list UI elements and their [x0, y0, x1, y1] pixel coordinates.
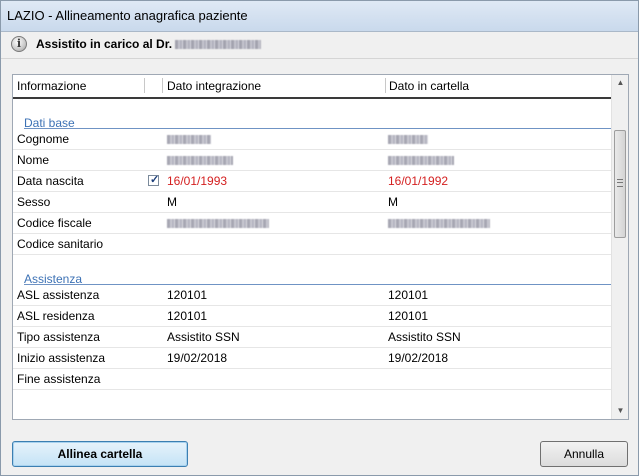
- column-header: Informazione Dato integrazione Dato in c…: [13, 75, 611, 99]
- table-row-data-nascita[interactable]: Data nascita ✓ 16/01/1993 16/01/1992: [13, 171, 611, 192]
- row-integrazione-value: 16/01/1993: [167, 174, 228, 188]
- scroll-down-arrow-icon[interactable]: ▼: [613, 403, 628, 419]
- row-label: Fine assistenza: [17, 372, 101, 386]
- row-integrazione-value: [167, 132, 211, 146]
- table-row-nome[interactable]: Nome: [13, 150, 611, 171]
- cancel-button[interactable]: Annulla: [540, 441, 628, 467]
- align-checkbox[interactable]: ✓: [148, 174, 160, 186]
- row-integrazione-value: 120101: [167, 309, 208, 323]
- table-row-fine-assistenza[interactable]: Fine assistenza: [13, 369, 611, 390]
- row-integrazione-value: Assistito SSN: [167, 330, 240, 344]
- row-integrazione-value: [167, 153, 233, 167]
- row-label: Cognome: [17, 132, 70, 146]
- row-label: Inizio assistenza: [17, 351, 106, 365]
- scroll-up-arrow-icon[interactable]: ▲: [613, 75, 628, 91]
- row-label: Sesso: [17, 195, 51, 209]
- checkmark-icon: ✓: [150, 174, 160, 186]
- row-cartella-value: [388, 153, 454, 167]
- grip-icon: [617, 179, 623, 187]
- grid-rows: Dati base Cognome Nome Data nascita ✓ 16…: [13, 99, 611, 390]
- table-row-inizio-assistenza[interactable]: Inizio assistenza 19/02/2018 19/02/2018: [13, 348, 611, 369]
- row-label: Tipo assistenza: [17, 330, 100, 344]
- table-row-asl-assistenza[interactable]: ASL assistenza 120101 120101: [13, 285, 611, 306]
- align-button[interactable]: Allinea cartella: [12, 441, 188, 467]
- row-integrazione-value: 19/02/2018: [167, 351, 228, 365]
- alignment-grid: Informazione Dato integrazione Dato in c…: [12, 74, 629, 420]
- header-label: Assistito in carico al Dr.: [36, 37, 262, 51]
- row-cartella-value: [388, 216, 490, 230]
- row-cartella-value: [388, 132, 428, 146]
- title-bar[interactable]: LAZIO - Allineamento anagrafica paziente: [1, 1, 638, 32]
- row-label: Codice sanitario: [17, 237, 104, 251]
- column-header-informazione[interactable]: Informazione: [17, 79, 86, 93]
- row-cartella-value: Assistito SSN: [388, 330, 461, 344]
- row-cartella-value: 16/01/1992: [388, 174, 449, 188]
- window-title: LAZIO - Allineamento anagrafica paziente: [7, 8, 248, 23]
- table-row-asl-residenza[interactable]: ASL residenza 120101 120101: [13, 306, 611, 327]
- dialog-footer: Allinea cartella Annulla: [1, 429, 638, 475]
- table-row-codice-fiscale[interactable]: Codice fiscale: [13, 213, 611, 234]
- row-integrazione-value: 120101: [167, 288, 208, 302]
- row-label: Nome: [17, 153, 50, 167]
- row-label: ASL assistenza: [17, 288, 100, 302]
- table-row-cognome[interactable]: Cognome: [13, 129, 611, 150]
- table-row-codice-sanitario[interactable]: Codice sanitario: [13, 234, 611, 255]
- row-label: ASL residenza: [17, 309, 95, 323]
- column-header-dato-integrazione[interactable]: Dato integrazione: [167, 79, 261, 93]
- patient-header: i Assistito in carico al Dr.: [1, 32, 638, 59]
- table-row-sesso[interactable]: Sesso M M: [13, 192, 611, 213]
- dialog-window: LAZIO - Allineamento anagrafica paziente…: [0, 0, 639, 476]
- column-separator[interactable]: [162, 78, 163, 93]
- info-icon: i: [11, 36, 27, 52]
- redacted-doctor-name: [175, 40, 262, 50]
- row-cartella-value: 120101: [388, 309, 429, 323]
- row-integrazione-value: M: [167, 195, 177, 209]
- row-label: Codice fiscale: [17, 216, 92, 230]
- row-label: Data nascita: [17, 174, 84, 188]
- row-cartella-value: 120101: [388, 288, 429, 302]
- scrollbar-thumb[interactable]: [614, 130, 626, 238]
- column-header-dato-cartella[interactable]: Dato in cartella: [389, 79, 469, 93]
- table-row-tipo-assistenza[interactable]: Tipo assistenza Assistito SSN Assistito …: [13, 327, 611, 348]
- row-cartella-value: M: [388, 195, 398, 209]
- row-integrazione-value: [167, 216, 269, 230]
- column-separator[interactable]: [385, 78, 386, 93]
- row-cartella-value: 19/02/2018: [388, 351, 449, 365]
- section-dati-base: Dati base: [13, 99, 611, 130]
- column-separator[interactable]: [144, 78, 145, 93]
- vertical-scrollbar[interactable]: ▲ ▼: [611, 75, 628, 419]
- section-assistenza: Assistenza: [13, 255, 611, 286]
